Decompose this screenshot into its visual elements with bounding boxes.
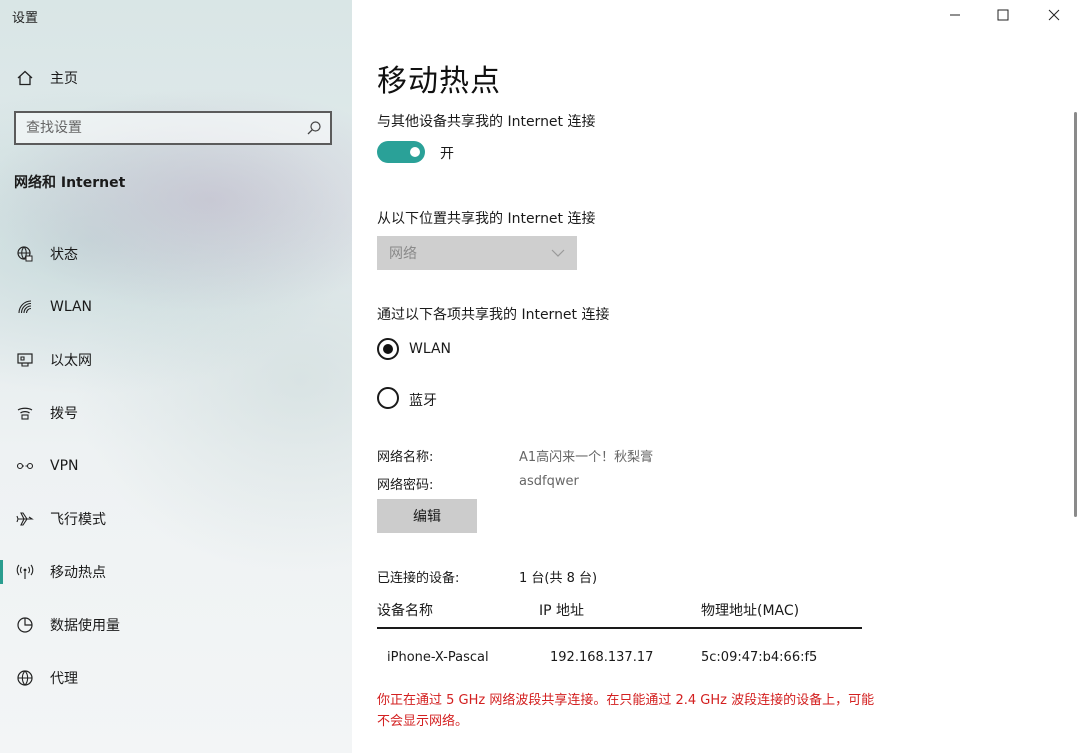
nav-home[interactable]: 主页 [16,66,78,90]
share-label: 与其他设备共享我的 Internet 连接 [377,114,596,130]
ethernet-icon [17,352,33,367]
home-icon [17,70,33,86]
share-from-label: 从以下位置共享我的 Internet 连接 [377,211,596,227]
sidebar-item-hotspot[interactable]: 移动热点 [0,545,352,598]
status-globe-icon [17,245,33,261]
edit-button[interactable]: 编辑 [377,499,477,533]
network-password-label: 网络密码: [377,478,434,493]
network-name-value: A1高闪来一个！秋梨膏 [519,450,654,465]
toggle-state-label: 开 [440,146,454,162]
connected-devices-count: 1 台(共 8 台) [519,571,598,586]
airplane-icon [16,511,34,526]
connected-devices-label: 已连接的设备: [377,571,460,586]
radio-wlan-label: WLAN [409,341,452,357]
search-input[interactable] [16,120,306,136]
window-title: 设置 [12,11,39,26]
toggle-knob [410,147,420,157]
section-title: 网络和 Internet [14,175,126,191]
share-from-select[interactable]: 网络 [377,236,577,270]
sidebar-item-dialup[interactable]: 拨号 [0,386,352,439]
nav-home-label: 主页 [50,71,78,87]
radio-bluetooth[interactable] [377,387,399,409]
data-usage-icon [17,616,33,633]
main-content: 移动热点 与其他设备共享我的 Internet 连接 开 从以下位置共享我的 I… [352,0,1080,753]
sidebar-item-label: 数据使用量 [50,617,120,634]
sidebar-item-label: 飞行模式 [50,511,106,528]
network-password-value: asdfqwer [519,474,579,489]
sidebar-item-label: 状态 [50,246,78,263]
search-box[interactable] [14,111,332,145]
sidebar-item-label: 拨号 [50,405,78,422]
sidebar-item-vpn[interactable]: VPN [0,439,352,492]
table-header-mac: 物理地址(MAC) [701,603,800,619]
table-cell-mac: 5c:09:47:b4:66:f5 [701,650,818,665]
proxy-globe-icon [17,669,33,686]
search-icon[interactable] [306,120,322,136]
table-divider [377,627,862,629]
dialup-icon [17,407,33,420]
sidebar-item-proxy[interactable]: 代理 [0,651,352,704]
sidebar-item-ethernet[interactable]: 以太网 [0,333,352,386]
sidebar-item-wlan[interactable]: WLAN [0,280,352,333]
sidebar-item-status[interactable]: 状态 [0,227,352,280]
page-title: 移动热点 [377,64,501,99]
scrollbar[interactable] [1074,112,1077,517]
share-via-label: 通过以下各项共享我的 Internet 连接 [377,307,610,323]
sidebar-item-label: VPN [50,457,79,474]
table-header-device-name: 设备名称 [377,603,433,619]
radio-bluetooth-label: 蓝牙 [409,393,437,409]
sidebar-item-label: WLAN [50,298,93,315]
radio-wlan[interactable] [377,338,399,360]
table-cell-ip: 192.168.137.17 [550,650,654,665]
share-from-value: 网络 [389,246,417,262]
sidebar-item-label: 移动热点 [50,564,106,581]
vpn-icon [16,462,34,469]
sidebar-item-data-usage[interactable]: 数据使用量 [0,598,352,651]
wifi-icon [18,299,32,313]
sidebar-item-label: 以太网 [50,352,92,369]
table-cell-device-name: iPhone-X-Pascal [387,650,489,665]
band-warning: 你正在通过 5 GHz 网络波段共享连接。在只能通过 2.4 GHz 波段连接的… [377,693,875,729]
network-name-label: 网络名称: [377,450,434,465]
settings-sidebar: 设置 主页 网络和 Internet 状态 WLAN [0,0,352,753]
hotspot-toggle[interactable] [377,141,425,163]
table-header-ip: IP 地址 [539,603,585,619]
hotspot-icon [16,564,34,579]
sidebar-item-label: 代理 [50,670,78,687]
chevron-down-icon [551,249,565,257]
nav-list: 状态 WLAN 以太网 拨号 VPN 飞行模式 移动热点 数据使用量 代理 [0,227,352,704]
sidebar-item-airplane[interactable]: 飞行模式 [0,492,352,545]
